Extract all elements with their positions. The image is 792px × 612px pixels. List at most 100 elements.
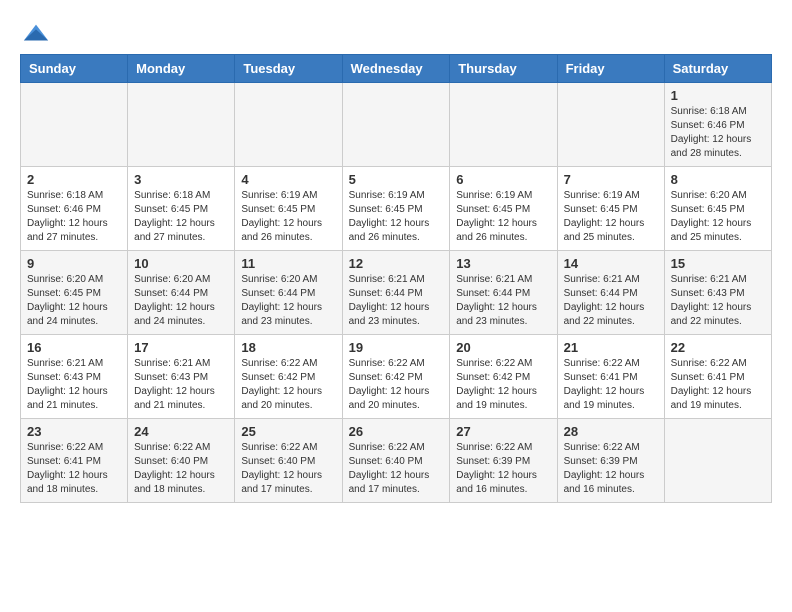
calendar-cell: 11 Sunrise: 6:20 AM Sunset: 6:44 PM Dayli…	[235, 251, 342, 335]
day-info: Sunrise: 6:22 AM Sunset: 6:42 PM Dayligh…	[349, 357, 444, 413]
calendar-cell: 28 Sunrise: 6:22 AM Sunset: 6:39 PM Dayli…	[557, 419, 664, 503]
calendar-cell: 1 Sunrise: 6:18 AM Sunset: 6:46 PM Daylig…	[664, 83, 771, 167]
day-info: Sunrise: 6:22 AM Sunset: 6:42 PM Dayligh…	[456, 357, 550, 413]
calendar-cell: 21 Sunrise: 6:22 AM Sunset: 6:41 PM Dayli…	[557, 335, 664, 419]
column-header-tuesday: Tuesday	[235, 55, 342, 83]
logo-icon	[22, 20, 50, 48]
day-number: 17	[134, 340, 228, 355]
day-number: 5	[349, 172, 444, 187]
calendar-cell: 24 Sunrise: 6:22 AM Sunset: 6:40 PM Dayli…	[128, 419, 235, 503]
day-info: Sunrise: 6:22 AM Sunset: 6:39 PM Dayligh…	[456, 441, 550, 497]
calendar-cell: 4 Sunrise: 6:19 AM Sunset: 6:45 PM Daylig…	[235, 167, 342, 251]
day-number: 4	[241, 172, 335, 187]
column-header-friday: Friday	[557, 55, 664, 83]
calendar-cell: 7 Sunrise: 6:19 AM Sunset: 6:45 PM Daylig…	[557, 167, 664, 251]
day-number: 3	[134, 172, 228, 187]
day-info: Sunrise: 6:22 AM Sunset: 6:42 PM Dayligh…	[241, 357, 335, 413]
calendar-header-row: SundayMondayTuesdayWednesdayThursdayFrid…	[21, 55, 772, 83]
calendar-cell	[235, 83, 342, 167]
day-info: Sunrise: 6:21 AM Sunset: 6:44 PM Dayligh…	[564, 273, 658, 329]
day-number: 21	[564, 340, 658, 355]
day-number: 11	[241, 256, 335, 271]
day-number: 7	[564, 172, 658, 187]
calendar-cell: 3Sunrise: 6:18 AM Sunset: 6:45 PM Daylig…	[128, 167, 235, 251]
calendar-cell: 19 Sunrise: 6:22 AM Sunset: 6:42 PM Dayli…	[342, 335, 450, 419]
day-number: 1	[671, 88, 765, 103]
page-header	[20, 20, 772, 44]
calendar-cell: 27 Sunrise: 6:22 AM Sunset: 6:39 PM Dayli…	[450, 419, 557, 503]
calendar-cell: 8 Sunrise: 6:20 AM Sunset: 6:45 PM Daylig…	[664, 167, 771, 251]
day-info: Sunrise: 6:20 AM Sunset: 6:45 PM Dayligh…	[27, 273, 121, 329]
calendar-cell: 23 Sunrise: 6:22 AM Sunset: 6:41 PM Dayli…	[21, 419, 128, 503]
calendar-week-row: 9 Sunrise: 6:20 AM Sunset: 6:45 PM Daylig…	[21, 251, 772, 335]
day-info: Sunrise: 6:22 AM Sunset: 6:40 PM Dayligh…	[349, 441, 444, 497]
day-info: Sunrise: 6:19 AM Sunset: 6:45 PM Dayligh…	[241, 189, 335, 245]
day-number: 8	[671, 172, 765, 187]
day-info: Sunrise: 6:18 AM Sunset: 6:46 PM Dayligh…	[27, 189, 121, 245]
day-info: Sunrise: 6:22 AM Sunset: 6:40 PM Dayligh…	[241, 441, 335, 497]
day-info: Sunrise: 6:20 AM Sunset: 6:45 PM Dayligh…	[671, 189, 765, 245]
calendar-cell: 20 Sunrise: 6:22 AM Sunset: 6:42 PM Dayli…	[450, 335, 557, 419]
column-header-sunday: Sunday	[21, 55, 128, 83]
calendar-cell: 12 Sunrise: 6:21 AM Sunset: 6:44 PM Dayli…	[342, 251, 450, 335]
calendar-cell: 17 Sunrise: 6:21 AM Sunset: 6:43 PM Dayli…	[128, 335, 235, 419]
calendar-cell	[342, 83, 450, 167]
day-info: Sunrise: 6:20 AM Sunset: 6:44 PM Dayligh…	[134, 273, 228, 329]
day-number: 26	[349, 424, 444, 439]
day-number: 9	[27, 256, 121, 271]
day-info: Sunrise: 6:20 AM Sunset: 6:44 PM Dayligh…	[241, 273, 335, 329]
calendar-cell: 2Sunrise: 6:18 AM Sunset: 6:46 PM Daylig…	[21, 167, 128, 251]
day-number: 24	[134, 424, 228, 439]
column-header-wednesday: Wednesday	[342, 55, 450, 83]
calendar-cell: 18 Sunrise: 6:22 AM Sunset: 6:42 PM Dayli…	[235, 335, 342, 419]
calendar-cell: 26 Sunrise: 6:22 AM Sunset: 6:40 PM Dayli…	[342, 419, 450, 503]
day-info: Sunrise: 6:19 AM Sunset: 6:45 PM Dayligh…	[349, 189, 444, 245]
calendar-cell	[664, 419, 771, 503]
calendar-cell	[21, 83, 128, 167]
day-number: 13	[456, 256, 550, 271]
day-number: 25	[241, 424, 335, 439]
day-number: 28	[564, 424, 658, 439]
day-info: Sunrise: 6:22 AM Sunset: 6:41 PM Dayligh…	[564, 357, 658, 413]
column-header-thursday: Thursday	[450, 55, 557, 83]
day-info: Sunrise: 6:21 AM Sunset: 6:43 PM Dayligh…	[671, 273, 765, 329]
column-header-monday: Monday	[128, 55, 235, 83]
day-info: Sunrise: 6:19 AM Sunset: 6:45 PM Dayligh…	[456, 189, 550, 245]
day-info: Sunrise: 6:22 AM Sunset: 6:40 PM Dayligh…	[134, 441, 228, 497]
day-number: 16	[27, 340, 121, 355]
day-number: 15	[671, 256, 765, 271]
calendar-cell	[450, 83, 557, 167]
calendar-cell: 9 Sunrise: 6:20 AM Sunset: 6:45 PM Daylig…	[21, 251, 128, 335]
day-number: 6	[456, 172, 550, 187]
calendar-cell: 13 Sunrise: 6:21 AM Sunset: 6:44 PM Dayli…	[450, 251, 557, 335]
day-info: Sunrise: 6:19 AM Sunset: 6:45 PM Dayligh…	[564, 189, 658, 245]
calendar-table: SundayMondayTuesdayWednesdayThursdayFrid…	[20, 54, 772, 503]
calendar-cell: 14 Sunrise: 6:21 AM Sunset: 6:44 PM Dayli…	[557, 251, 664, 335]
day-info: Sunrise: 6:22 AM Sunset: 6:39 PM Dayligh…	[564, 441, 658, 497]
day-info: Sunrise: 6:21 AM Sunset: 6:43 PM Dayligh…	[134, 357, 228, 413]
day-number: 20	[456, 340, 550, 355]
calendar-cell: 6 Sunrise: 6:19 AM Sunset: 6:45 PM Daylig…	[450, 167, 557, 251]
day-number: 18	[241, 340, 335, 355]
day-number: 23	[27, 424, 121, 439]
day-info: Sunrise: 6:21 AM Sunset: 6:44 PM Dayligh…	[456, 273, 550, 329]
calendar-week-row: 1 Sunrise: 6:18 AM Sunset: 6:46 PM Daylig…	[21, 83, 772, 167]
day-number: 14	[564, 256, 658, 271]
calendar-cell: 22 Sunrise: 6:22 AM Sunset: 6:41 PM Dayli…	[664, 335, 771, 419]
day-number: 22	[671, 340, 765, 355]
day-number: 19	[349, 340, 444, 355]
day-number: 12	[349, 256, 444, 271]
logo	[20, 20, 50, 44]
calendar-cell	[128, 83, 235, 167]
calendar-cell: 5 Sunrise: 6:19 AM Sunset: 6:45 PM Daylig…	[342, 167, 450, 251]
day-number: 10	[134, 256, 228, 271]
calendar-week-row: 23 Sunrise: 6:22 AM Sunset: 6:41 PM Dayli…	[21, 419, 772, 503]
day-info: Sunrise: 6:18 AM Sunset: 6:46 PM Dayligh…	[671, 105, 765, 161]
day-info: Sunrise: 6:21 AM Sunset: 6:44 PM Dayligh…	[349, 273, 444, 329]
day-number: 27	[456, 424, 550, 439]
calendar-cell: 15 Sunrise: 6:21 AM Sunset: 6:43 PM Dayli…	[664, 251, 771, 335]
day-info: Sunrise: 6:21 AM Sunset: 6:43 PM Dayligh…	[27, 357, 121, 413]
day-info: Sunrise: 6:22 AM Sunset: 6:41 PM Dayligh…	[27, 441, 121, 497]
day-info: Sunrise: 6:22 AM Sunset: 6:41 PM Dayligh…	[671, 357, 765, 413]
column-header-saturday: Saturday	[664, 55, 771, 83]
